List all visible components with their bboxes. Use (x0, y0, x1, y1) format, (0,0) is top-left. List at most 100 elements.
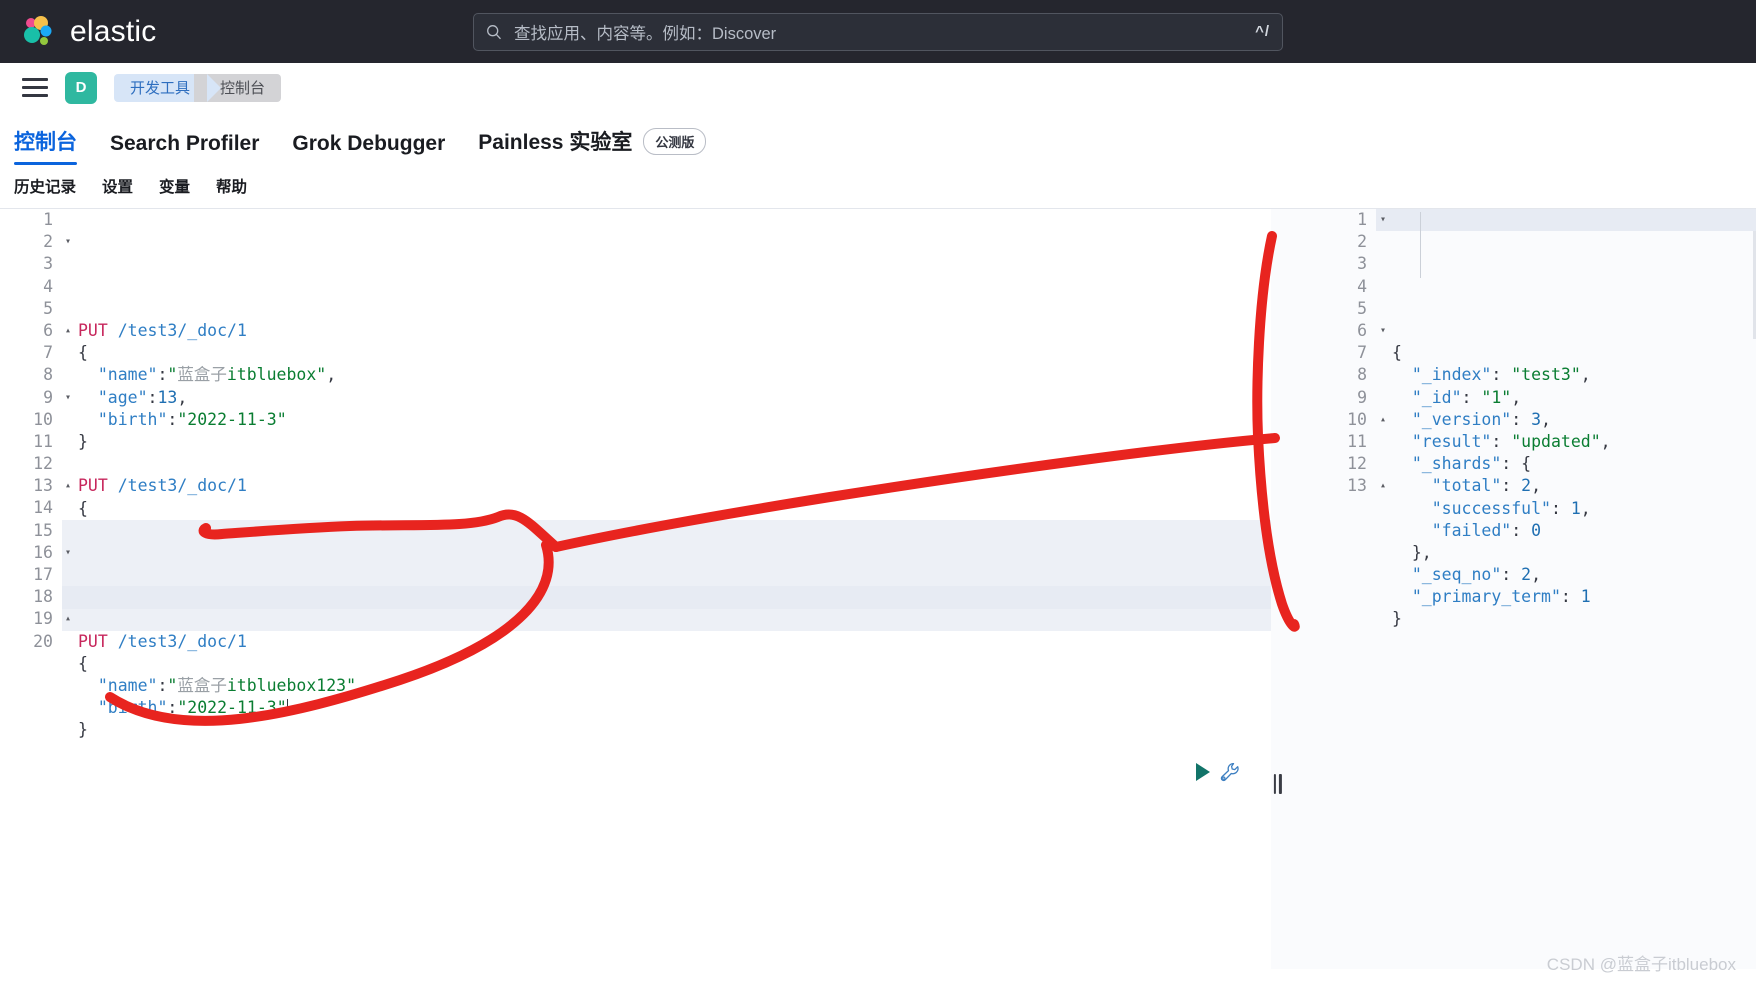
code-line[interactable]: { (1392, 342, 1756, 364)
code-token: : (157, 676, 168, 696)
code-token: "_version" (1411, 409, 1512, 429)
code-line[interactable]: "_primary_term": 1 (1392, 586, 1756, 608)
play-request-icon[interactable] (1196, 763, 1210, 781)
hamburger-menu-icon[interactable] (22, 78, 48, 97)
pane-resize-grip[interactable] (1273, 774, 1282, 794)
code-token: " (167, 365, 178, 385)
code-token: 2 (1521, 565, 1532, 585)
fold-toggle-icon[interactable]: ▴ (60, 320, 71, 342)
fold-toggle-icon[interactable]: ▾ (1375, 209, 1386, 231)
toolbar-variables[interactable]: 变量 (159, 175, 190, 197)
code-line[interactable]: PUT /test3/_doc/1 (78, 475, 1271, 497)
code-line[interactable]: "age":13, (78, 387, 1271, 409)
response-gutter: 1 ▾ 2 3 4 5 6 ▾ 7 8 9 10 ▴ 11 12 13 ▴ (1284, 209, 1386, 676)
code-line[interactable]: } (1392, 608, 1756, 630)
code-line[interactable]: "name":"蓝盒子itbluebox123", (78, 675, 1271, 697)
code-line[interactable]: "successful": 1, (1392, 498, 1756, 520)
code-token: { (78, 498, 88, 518)
code-token: { (1392, 343, 1402, 363)
line-number: 1 ▾ (1284, 209, 1386, 231)
fold-toggle-icon[interactable]: ▴ (60, 608, 71, 630)
code-line[interactable]: "_seq_no": 2, (1392, 564, 1756, 586)
tab-console[interactable]: 控制台 (14, 126, 77, 165)
pane-splitter[interactable] (1271, 209, 1284, 969)
code-token: PUT (78, 476, 108, 496)
request-editor-pane[interactable]: 1 2 ▾ 3 4 5 6 ▴ 7 8 9 ▾ 10 11 12 13 ▴ 14 15 16 ▾ 17 18 19 ▴ 20 PU… (0, 209, 1271, 969)
space-avatar[interactable]: D (65, 71, 97, 104)
fold-toggle-icon[interactable]: ▾ (1375, 320, 1386, 342)
line-number: 13 ▴ (1284, 475, 1386, 497)
tab-search-profiler[interactable]: Search Profiler (110, 132, 259, 165)
console-toolbar: 历史记录 设置 变量 帮助 (0, 165, 1756, 209)
wrench-icon[interactable] (1219, 761, 1241, 783)
fold-toggle-icon[interactable]: ▴ (1375, 475, 1386, 497)
code-line[interactable]: PUT /test3/_doc/1 (78, 631, 1271, 653)
code-token: "_primary_term" (1411, 587, 1561, 607)
code-token: /test3/_doc/1 (117, 321, 247, 341)
code-line[interactable]: PUT /test3/_doc/1 (78, 320, 1271, 342)
code-line[interactable]: "_version": 3, (1392, 409, 1756, 431)
fold-toggle-icon[interactable]: ▴ (1375, 409, 1386, 431)
code-line[interactable]: } (78, 431, 1271, 453)
code-line[interactable]: { (78, 498, 1271, 520)
tab-painless-lab[interactable]: Painless 实验室 公测版 (478, 126, 707, 165)
global-search-box[interactable]: 查找应用、内容等。例如：Discover ^/ (473, 12, 1283, 51)
line-number: 16 ▾ (0, 542, 71, 564)
code-token: } (1392, 609, 1402, 629)
global-search[interactable]: 查找应用、内容等。例如：Discover ^/ (473, 12, 1283, 51)
line-number: 4 (43, 276, 53, 296)
response-indent-guide (1420, 212, 1421, 278)
breadcrumb: 开发工具 控制台 (114, 73, 282, 102)
code-line[interactable]: { (78, 653, 1271, 675)
code-token: , (1531, 476, 1542, 496)
code-line[interactable]: "birth":"2022-11-3" (78, 697, 1271, 719)
response-pane[interactable]: 1 ▾ 2 3 4 5 6 ▾ 7 8 9 10 ▴ 11 12 13 ▴ { "_index": "test3… (1284, 209, 1756, 969)
line-number: 11 (1347, 431, 1367, 451)
request-actions[interactable] (1196, 761, 1241, 783)
code-line[interactable]: "_shards": { (1392, 453, 1756, 475)
fold-toggle-icon[interactable]: ▾ (60, 231, 71, 253)
toolbar-history[interactable]: 历史记录 (14, 175, 76, 197)
code-line[interactable]: "result": "updated", (1392, 431, 1756, 453)
fold-toggle-icon[interactable]: ▾ (60, 387, 71, 409)
code-token: itbluebox" (226, 365, 327, 385)
code-token: , (1600, 431, 1611, 451)
code-token: PUT (78, 631, 108, 651)
line-number: 8 (43, 365, 53, 385)
code-line[interactable] (78, 742, 1271, 764)
code-line[interactable]: "birth":"2022-11-3" (78, 409, 1271, 431)
code-line[interactable] (78, 453, 1271, 475)
tab-search-profiler-label: Search Profiler (110, 132, 260, 155)
code-line[interactable]: "failed": 0 (1392, 520, 1756, 542)
code-line[interactable]: "_id": "1", (1392, 387, 1756, 409)
code-line[interactable]: }, (1392, 542, 1756, 564)
line-number: 17 (33, 565, 53, 584)
code-token: , (356, 676, 366, 696)
code-token: "age" (97, 387, 148, 407)
line-number: 3 (43, 254, 53, 274)
line-number: 1 (43, 210, 53, 229)
toolbar-settings[interactable]: 设置 (102, 175, 133, 197)
code-token: 1 (1570, 498, 1581, 518)
global-search-placeholder[interactable]: 查找应用、内容等。例如：Discover (514, 20, 1243, 44)
code-token: : (1501, 565, 1522, 585)
code-line[interactable]: { (78, 342, 1271, 364)
code-line[interactable]: "total": 2, (1392, 475, 1756, 497)
code-token: , (1541, 409, 1551, 429)
code-token: "1" (1481, 387, 1512, 407)
fold-toggle-icon[interactable]: ▴ (60, 475, 71, 497)
line-number: 2 ▾ (0, 231, 71, 253)
fold-toggle-icon[interactable]: ▾ (60, 542, 71, 564)
code-line[interactable]: "_index": "test3", (1392, 364, 1756, 386)
toolbar-help[interactable]: 帮助 (216, 175, 247, 197)
code-token: "name" (97, 676, 158, 696)
code-line[interactable]: } (78, 719, 1271, 741)
request-editor[interactable]: 1 2 ▾ 3 4 5 6 ▴ 7 8 9 ▾ 10 11 12 13 ▴ 14 15 16 ▾ 17 18 19 ▴ 20 PU… (0, 209, 1271, 809)
tab-grok-debugger[interactable]: Grok Debugger (292, 132, 445, 165)
code-token: itbluebox123" (226, 676, 356, 696)
code-line[interactable]: "name":"蓝盒子itbluebox", (78, 364, 1271, 386)
